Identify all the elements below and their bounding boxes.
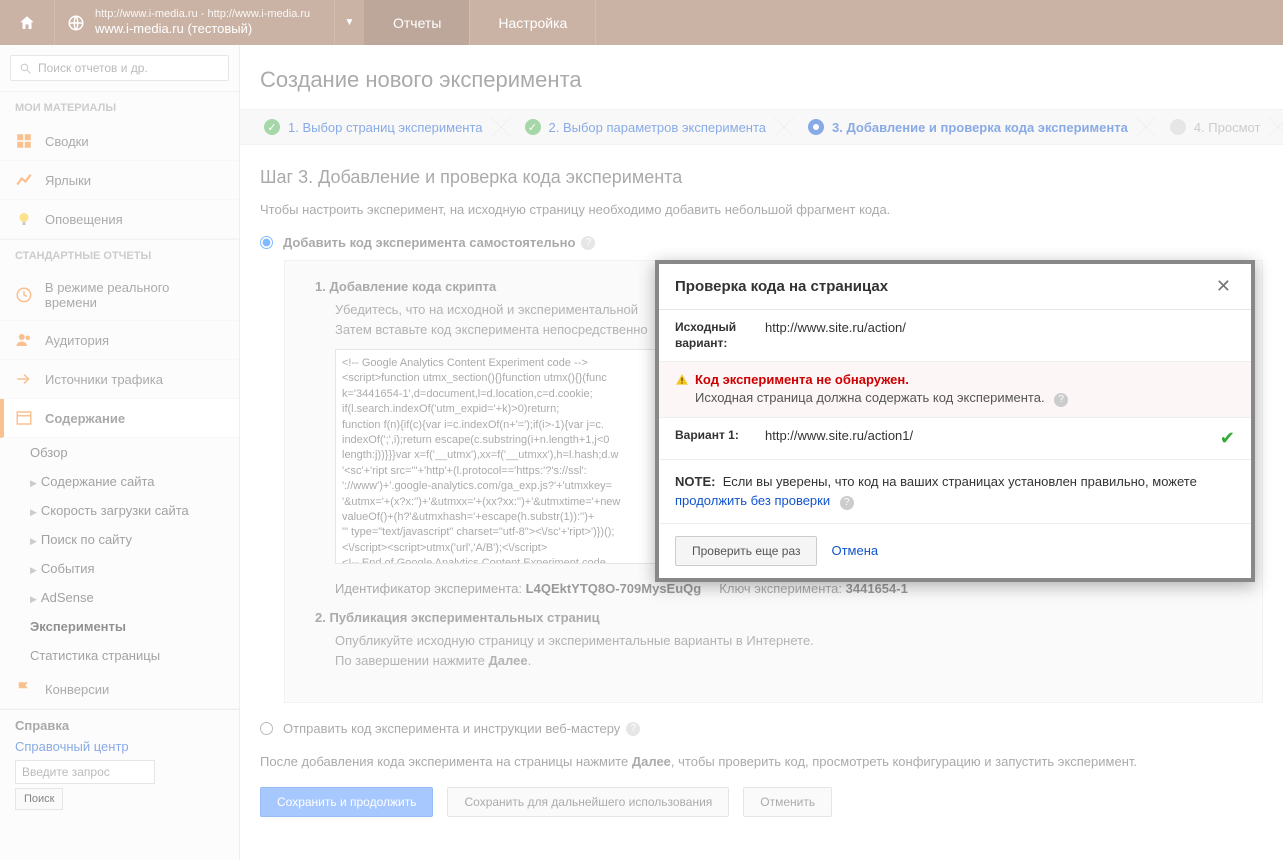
row-original: Исходный вариант: http://www.site.ru/act… <box>659 310 1251 362</box>
close-icon[interactable]: ✕ <box>1212 276 1235 297</box>
modal-cancel-link[interactable]: Отмена <box>831 543 878 558</box>
row-variant-1: Вариант 1: http://www.site.ru/action1/ ✔ <box>659 418 1251 460</box>
modal-title: Проверка кода на страницах <box>675 278 888 295</box>
continue-without-check-link[interactable]: продолжить без проверки <box>675 493 830 508</box>
help-icon[interactable]: ? <box>1054 393 1068 407</box>
modal-note: NOTE: Если вы уверены, что код на ваших … <box>659 460 1251 524</box>
help-icon[interactable]: ? <box>840 496 854 510</box>
retry-check-button[interactable]: Проверить еще раз <box>675 536 817 566</box>
warning-icon <box>675 373 689 387</box>
check-ok-icon: ✔ <box>1220 428 1235 449</box>
row-error: Код эксперимента не обнаружен. Исходная … <box>659 362 1251 418</box>
code-check-modal: Проверка кода на страницах ✕ Исходный ва… <box>655 260 1255 582</box>
